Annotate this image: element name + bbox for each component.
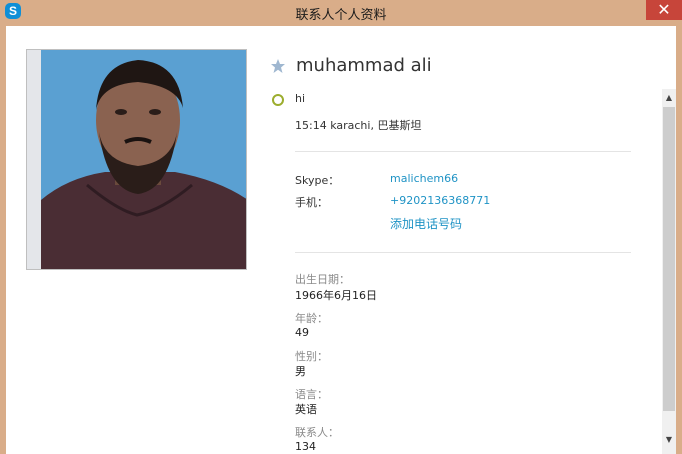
mobile-label: 手机： (295, 196, 328, 209)
contacts-count-label: 联系人： (295, 426, 339, 439)
age-label: 年龄： (295, 312, 328, 325)
divider (295, 252, 631, 253)
scroll-down-arrow-icon[interactable]: ▼ (662, 433, 676, 447)
mobile-number-link[interactable]: +9202136368771 (390, 194, 490, 207)
profile-panel: muhammad ali hi 15:14 karachi, 巴基斯坦 Skyp… (6, 26, 676, 454)
title-bar[interactable]: S 联系人个人资料 ✕ (0, 0, 682, 26)
contact-avatar (26, 49, 247, 270)
contacts-count-value: 134 (295, 440, 316, 453)
skype-label: Skype： (295, 174, 340, 187)
close-button[interactable]: ✕ (646, 0, 682, 20)
birthday-value: 1966年6月16日 (295, 289, 377, 302)
divider (295, 151, 631, 152)
scroll-thumb[interactable] (663, 107, 675, 411)
language-value: 英语 (295, 403, 317, 416)
vertical-scrollbar[interactable]: ▲ ▼ (662, 89, 676, 454)
scroll-up-arrow-icon[interactable]: ▲ (662, 91, 676, 105)
language-label: 语言： (295, 388, 328, 401)
mood-message: hi (295, 92, 306, 105)
star-icon[interactable] (270, 58, 286, 74)
gender-value: 男 (295, 365, 306, 378)
gender-label: 性别： (295, 350, 328, 363)
birthday-label: 出生日期： (295, 273, 350, 286)
add-phone-number-link[interactable]: 添加电话号码 (390, 215, 462, 232)
status-ring-icon (272, 94, 284, 106)
age-value: 49 (295, 326, 309, 339)
skype-name-link[interactable]: malichem66 (390, 172, 458, 185)
contact-name: muhammad ali (296, 55, 432, 76)
window-title: 联系人个人资料 (295, 8, 387, 23)
avatar-portrait-image (27, 50, 246, 269)
local-time-location: 15:14 karachi, 巴基斯坦 (295, 119, 422, 132)
